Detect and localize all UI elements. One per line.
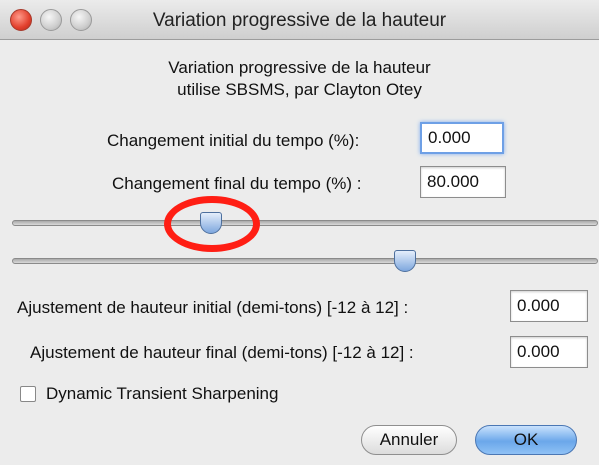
cancel-button[interactable]: Annuler (361, 425, 457, 455)
highlight-circle-annotation (164, 196, 260, 252)
effect-name: Variation progressive de la hauteur (168, 58, 431, 77)
dialog-window: Variation progressive de la hauteur Vari… (0, 0, 599, 465)
dynamic-transient-label[interactable]: Dynamic Transient Sharpening (46, 384, 278, 404)
ok-button[interactable]: OK (475, 425, 577, 455)
initial-tempo-label: Changement initial du tempo (%): (107, 131, 360, 150)
final-tempo-input[interactable] (420, 166, 506, 198)
effect-credit: utilise SBSMS, par Clayton Otey (177, 80, 422, 99)
title-bar[interactable]: Variation progressive de la hauteur (0, 0, 599, 40)
initial-tempo-input[interactable] (420, 122, 504, 154)
final-tempo-label: Changement final du tempo (%) : (112, 174, 362, 193)
window-title: Variation progressive de la hauteur (152, 10, 447, 31)
final-pitch-label: Ajustement de hauteur final (demi-tons) … (30, 343, 414, 362)
final-tempo-slider-track[interactable] (12, 258, 598, 264)
zoom-window-icon[interactable] (70, 9, 92, 31)
initial-tempo-slider-track[interactable] (12, 220, 598, 226)
minimize-window-icon[interactable] (40, 9, 62, 31)
dynamic-transient-checkbox[interactable] (20, 386, 36, 402)
initial-pitch-label: Ajustement de hauteur initial (demi-tons… (17, 298, 409, 317)
initial-pitch-input[interactable] (510, 290, 588, 322)
final-tempo-slider-thumb[interactable] (393, 250, 416, 272)
final-pitch-input[interactable] (510, 336, 588, 368)
close-window-icon[interactable] (10, 9, 32, 31)
